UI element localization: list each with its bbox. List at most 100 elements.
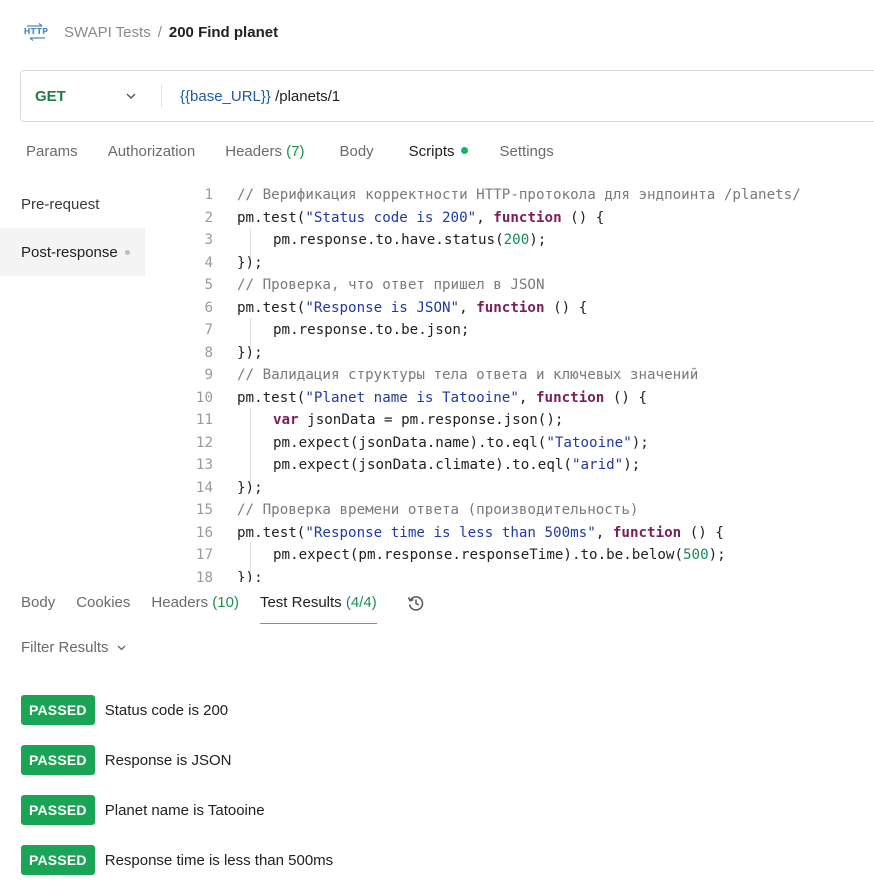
code-line[interactable]: 15 // Проверка времени ответа (производит… xyxy=(170,499,874,522)
scripts-indicator-dot xyxy=(460,146,468,154)
tab-label: Body xyxy=(339,143,374,160)
code-token: pm.response.to.be.json; xyxy=(273,322,470,339)
code-line[interactable]: 9 // Валидация структуры тела ответа и кл… xyxy=(170,364,874,387)
code-token: // Валидация структуры тела ответа и клю… xyxy=(237,367,699,384)
code-text: pm.expect(jsonData.climate).to.eql("arid… xyxy=(213,453,640,484)
code-token: () { xyxy=(561,209,605,226)
code-line[interactable]: 4}); xyxy=(170,252,874,275)
code-text: }); xyxy=(213,345,263,361)
method-label: GET xyxy=(35,87,66,105)
code-line[interactable]: 7 pm.response.to.be.json; xyxy=(170,318,874,349)
tab-label: Headers xyxy=(225,143,282,160)
code-token: pm.test( xyxy=(237,389,306,406)
breadcrumb: HTTP SWAPI Tests / 200 Find planet xyxy=(24,20,278,44)
passed-badge: PASSED xyxy=(21,795,95,825)
code-token: , xyxy=(518,389,536,406)
code-token: // Проверка, что ответ пришел в JSON xyxy=(237,277,545,294)
request-tabs: Params Authorization Headers (7) Body Sc… xyxy=(26,143,584,167)
tab-label: Scripts xyxy=(408,143,455,160)
code-token: var xyxy=(273,412,299,429)
script-nav-post-response[interactable]: Post-response xyxy=(0,228,145,276)
line-number: 2 xyxy=(204,209,213,226)
tab-label: Body xyxy=(21,594,56,611)
passed-badge: PASSED xyxy=(21,695,95,725)
tab-body[interactable]: Body xyxy=(339,143,373,167)
test-name: Status code is 200 xyxy=(104,701,229,719)
code-line[interactable]: 14}); xyxy=(170,477,874,500)
code-token: "Response is JSON" xyxy=(305,299,460,316)
code-token: }); xyxy=(237,344,263,361)
script-indicator-dot xyxy=(124,249,130,255)
line-number: 5 xyxy=(204,277,213,294)
code-editor[interactable]: 1 // Верификация корректности HTTP-проток… xyxy=(170,184,874,582)
code-line[interactable]: 16 pm.test("Response time is less than 50… xyxy=(170,522,874,545)
test-result-row: PASSED Response time is less than 500ms xyxy=(21,845,333,875)
tab-response-body[interactable]: Body xyxy=(21,594,55,624)
code-token: () { xyxy=(681,524,724,541)
request-title[interactable]: 200 Find planet xyxy=(169,24,278,41)
code-line[interactable]: 10 pm.test("Planet name is Tatooine", fun… xyxy=(170,387,874,410)
code-text: pm.response.to.have.status(200); xyxy=(213,228,546,259)
tab-settings[interactable]: Settings xyxy=(500,143,554,167)
script-nav-pre-request[interactable]: Pre-request xyxy=(0,196,99,220)
code-text: pm.response.to.be.json; xyxy=(213,318,470,349)
code-token: () { xyxy=(544,299,588,316)
line-number: 17 xyxy=(195,547,213,564)
tab-params[interactable]: Params xyxy=(26,143,78,167)
code-text: pm.test("Status code is 200", function (… xyxy=(213,210,604,226)
tab-label: Test Results xyxy=(259,594,342,611)
line-number: 16 xyxy=(195,524,213,541)
code-line[interactable]: 11 var jsonData = pm.response.json(); xyxy=(170,408,874,439)
code-line[interactable]: 5 // Проверка, что ответ пришел в JSON xyxy=(170,274,874,297)
code-token: function xyxy=(612,524,682,541)
chevron-down-icon xyxy=(117,645,125,651)
code-line[interactable]: 1 // Верификация корректности HTTP-проток… xyxy=(170,184,874,207)
code-text: pm.expect(pm.response.responseTime).to.b… xyxy=(213,543,726,574)
code-line[interactable]: 13 pm.expect(jsonData.climate).to.eql("ar… xyxy=(170,453,874,484)
line-number: 11 xyxy=(195,412,213,429)
url-path: /planets/1 xyxy=(270,87,341,105)
line-number: 14 xyxy=(195,479,213,496)
code-token: ); xyxy=(708,547,726,564)
code-line[interactable]: 8}); xyxy=(170,342,874,365)
url-input[interactable]: {{base_URL}} /planets/1 xyxy=(162,88,340,105)
code-line[interactable]: 18}); xyxy=(170,567,874,582)
url-bar: GET {{base_URL}} /planets/1 xyxy=(20,70,874,122)
tab-scripts[interactable]: Scripts xyxy=(409,143,468,167)
code-line[interactable]: 17 pm.expect(pm.response.responseTime).to… xyxy=(170,543,874,574)
code-line[interactable]: 12 pm.expect(jsonData.name).to.eql("Tatoo… xyxy=(170,430,874,461)
test-name: Planet name is Tatooine xyxy=(104,801,265,819)
code-text: pm.test("Response is JSON", function () … xyxy=(213,300,587,316)
code-token: "arid" xyxy=(571,457,624,474)
tab-authorization[interactable]: Authorization xyxy=(108,143,196,167)
breadcrumb-collection[interactable]: SWAPI Tests xyxy=(64,24,151,41)
tab-headers[interactable]: Headers (7) xyxy=(225,143,304,167)
tab-response-headers[interactable]: Headers (10) xyxy=(151,594,239,624)
tab-response-cookies[interactable]: Cookies xyxy=(76,594,130,624)
code-token: , xyxy=(476,209,494,226)
history-icon[interactable] xyxy=(406,593,426,613)
code-token: }); xyxy=(237,569,263,582)
code-text: // Верификация корректности HTTP-протоко… xyxy=(213,187,801,203)
filter-results-dropdown[interactable]: Filter Results xyxy=(21,639,127,656)
code-token: function xyxy=(493,209,562,226)
tab-count: (7) xyxy=(286,143,305,160)
code-token: pm.expect(jsonData.climate).to.eql( xyxy=(273,457,572,474)
code-line[interactable]: 2 pm.test("Status code is 200", function … xyxy=(170,207,874,230)
line-number: 3 xyxy=(204,232,213,249)
chevron-down-icon xyxy=(126,93,136,99)
method-select[interactable]: GET xyxy=(21,71,161,121)
code-text: pm.test("Planet name is Tatooine", funct… xyxy=(213,390,647,406)
code-token: pm.test( xyxy=(237,299,306,316)
line-number: 15 xyxy=(195,502,213,519)
tab-label: Settings xyxy=(499,143,554,160)
code-token: // Верификация корректности HTTP-протоко… xyxy=(237,187,801,204)
url-variable: {{base_URL}} xyxy=(180,87,271,105)
code-line[interactable]: 6 pm.test("Response is JSON", function ()… xyxy=(170,297,874,320)
tab-test-results[interactable]: Test Results (4/4) xyxy=(259,594,377,624)
tab-label: Authorization xyxy=(107,143,196,160)
code-line[interactable]: 3 pm.response.to.have.status(200); xyxy=(170,228,874,259)
code-token: () { xyxy=(604,389,648,406)
passed-badge: PASSED xyxy=(21,845,95,875)
line-number: 10 xyxy=(195,389,213,406)
